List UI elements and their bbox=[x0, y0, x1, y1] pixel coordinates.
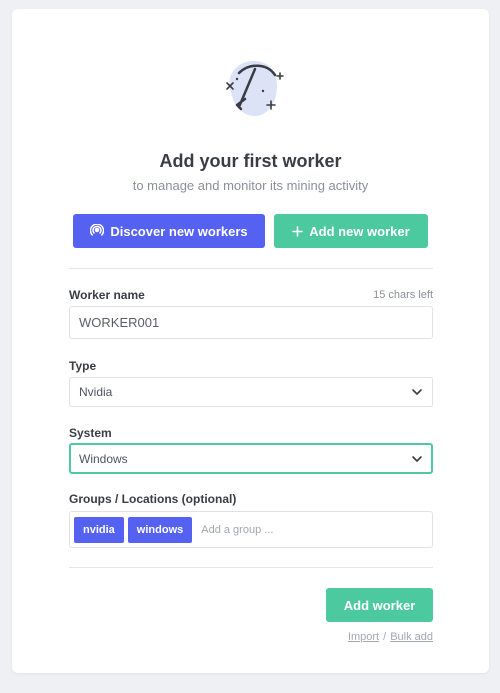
pickaxe-icon bbox=[215, 53, 287, 125]
type-selected-value: Nvidia bbox=[79, 385, 113, 399]
footer-links: Import / Bulk add bbox=[348, 631, 433, 643]
system-selected-value: Windows bbox=[79, 451, 128, 466]
worker-name-input[interactable]: WORKER001 bbox=[69, 306, 433, 339]
groups-label: Groups / Locations (optional) bbox=[69, 492, 237, 506]
add-worker-label: Add worker bbox=[343, 597, 416, 613]
chars-left-counter: 15 chars left bbox=[373, 289, 433, 301]
discover-workers-button[interactable]: Discover new workers bbox=[73, 214, 265, 248]
group-tag-windows[interactable]: windows bbox=[127, 516, 193, 543]
chevron-down-icon bbox=[411, 455, 423, 463]
plus-icon bbox=[292, 225, 304, 237]
broadcast-icon bbox=[90, 224, 105, 238]
import-link[interactable]: Import bbox=[348, 631, 379, 643]
worker-name-label: Worker name bbox=[69, 288, 145, 302]
system-label: System bbox=[69, 426, 112, 440]
add-group-input[interactable] bbox=[201, 523, 342, 536]
add-new-worker-button[interactable]: Add new worker bbox=[274, 214, 428, 248]
worker-name-value: WORKER001 bbox=[79, 315, 160, 330]
section-divider bbox=[69, 268, 433, 269]
discover-workers-label: Discover new workers bbox=[110, 223, 248, 239]
system-select[interactable]: Windows bbox=[69, 443, 433, 474]
group-tag-nvidia[interactable]: nvidia bbox=[74, 516, 124, 543]
groups-input[interactable]: nvidia windows bbox=[69, 511, 433, 548]
chevron-down-icon bbox=[411, 388, 423, 396]
page-subtitle: to manage and monitor its mining activit… bbox=[132, 178, 369, 193]
section-divider bbox=[69, 567, 433, 568]
add-worker-button[interactable]: Add worker bbox=[326, 588, 433, 622]
add-new-worker-label: Add new worker bbox=[309, 223, 410, 239]
add-worker-card: Add your first worker to manage and moni… bbox=[12, 9, 489, 673]
type-select[interactable]: Nvidia bbox=[69, 377, 433, 407]
page-title: Add your first worker bbox=[159, 151, 342, 171]
link-separator: / bbox=[383, 631, 387, 643]
type-label: Type bbox=[69, 359, 97, 373]
bulk-add-link[interactable]: Bulk add bbox=[390, 631, 433, 643]
